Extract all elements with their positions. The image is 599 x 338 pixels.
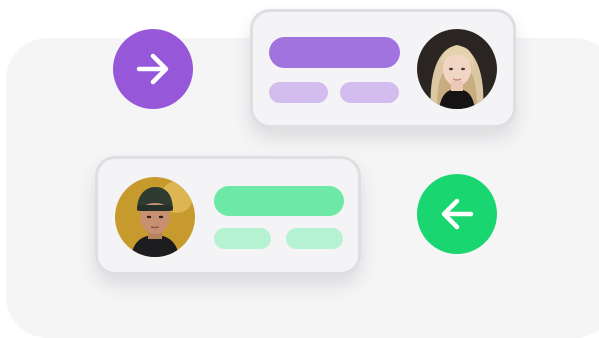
forward-button[interactable] (113, 29, 193, 109)
subtitle-placeholder-bar-1 (214, 228, 271, 249)
woman-portrait-icon (417, 29, 497, 109)
subtitle-placeholder-bar-2 (340, 82, 399, 103)
subtitle-placeholder-bar-2 (286, 228, 343, 249)
avatar-woman (417, 29, 497, 109)
subtitle-placeholder-bar-1 (269, 82, 328, 103)
man-portrait-icon (115, 177, 195, 257)
message-card-bottom[interactable] (95, 156, 361, 275)
title-placeholder-bar (214, 186, 344, 216)
back-button[interactable] (417, 174, 497, 254)
title-placeholder-bar (269, 37, 400, 68)
avatar-man (115, 177, 195, 257)
message-card-top[interactable] (250, 9, 516, 128)
arrow-left-icon (441, 198, 474, 230)
arrow-right-icon (136, 53, 169, 85)
